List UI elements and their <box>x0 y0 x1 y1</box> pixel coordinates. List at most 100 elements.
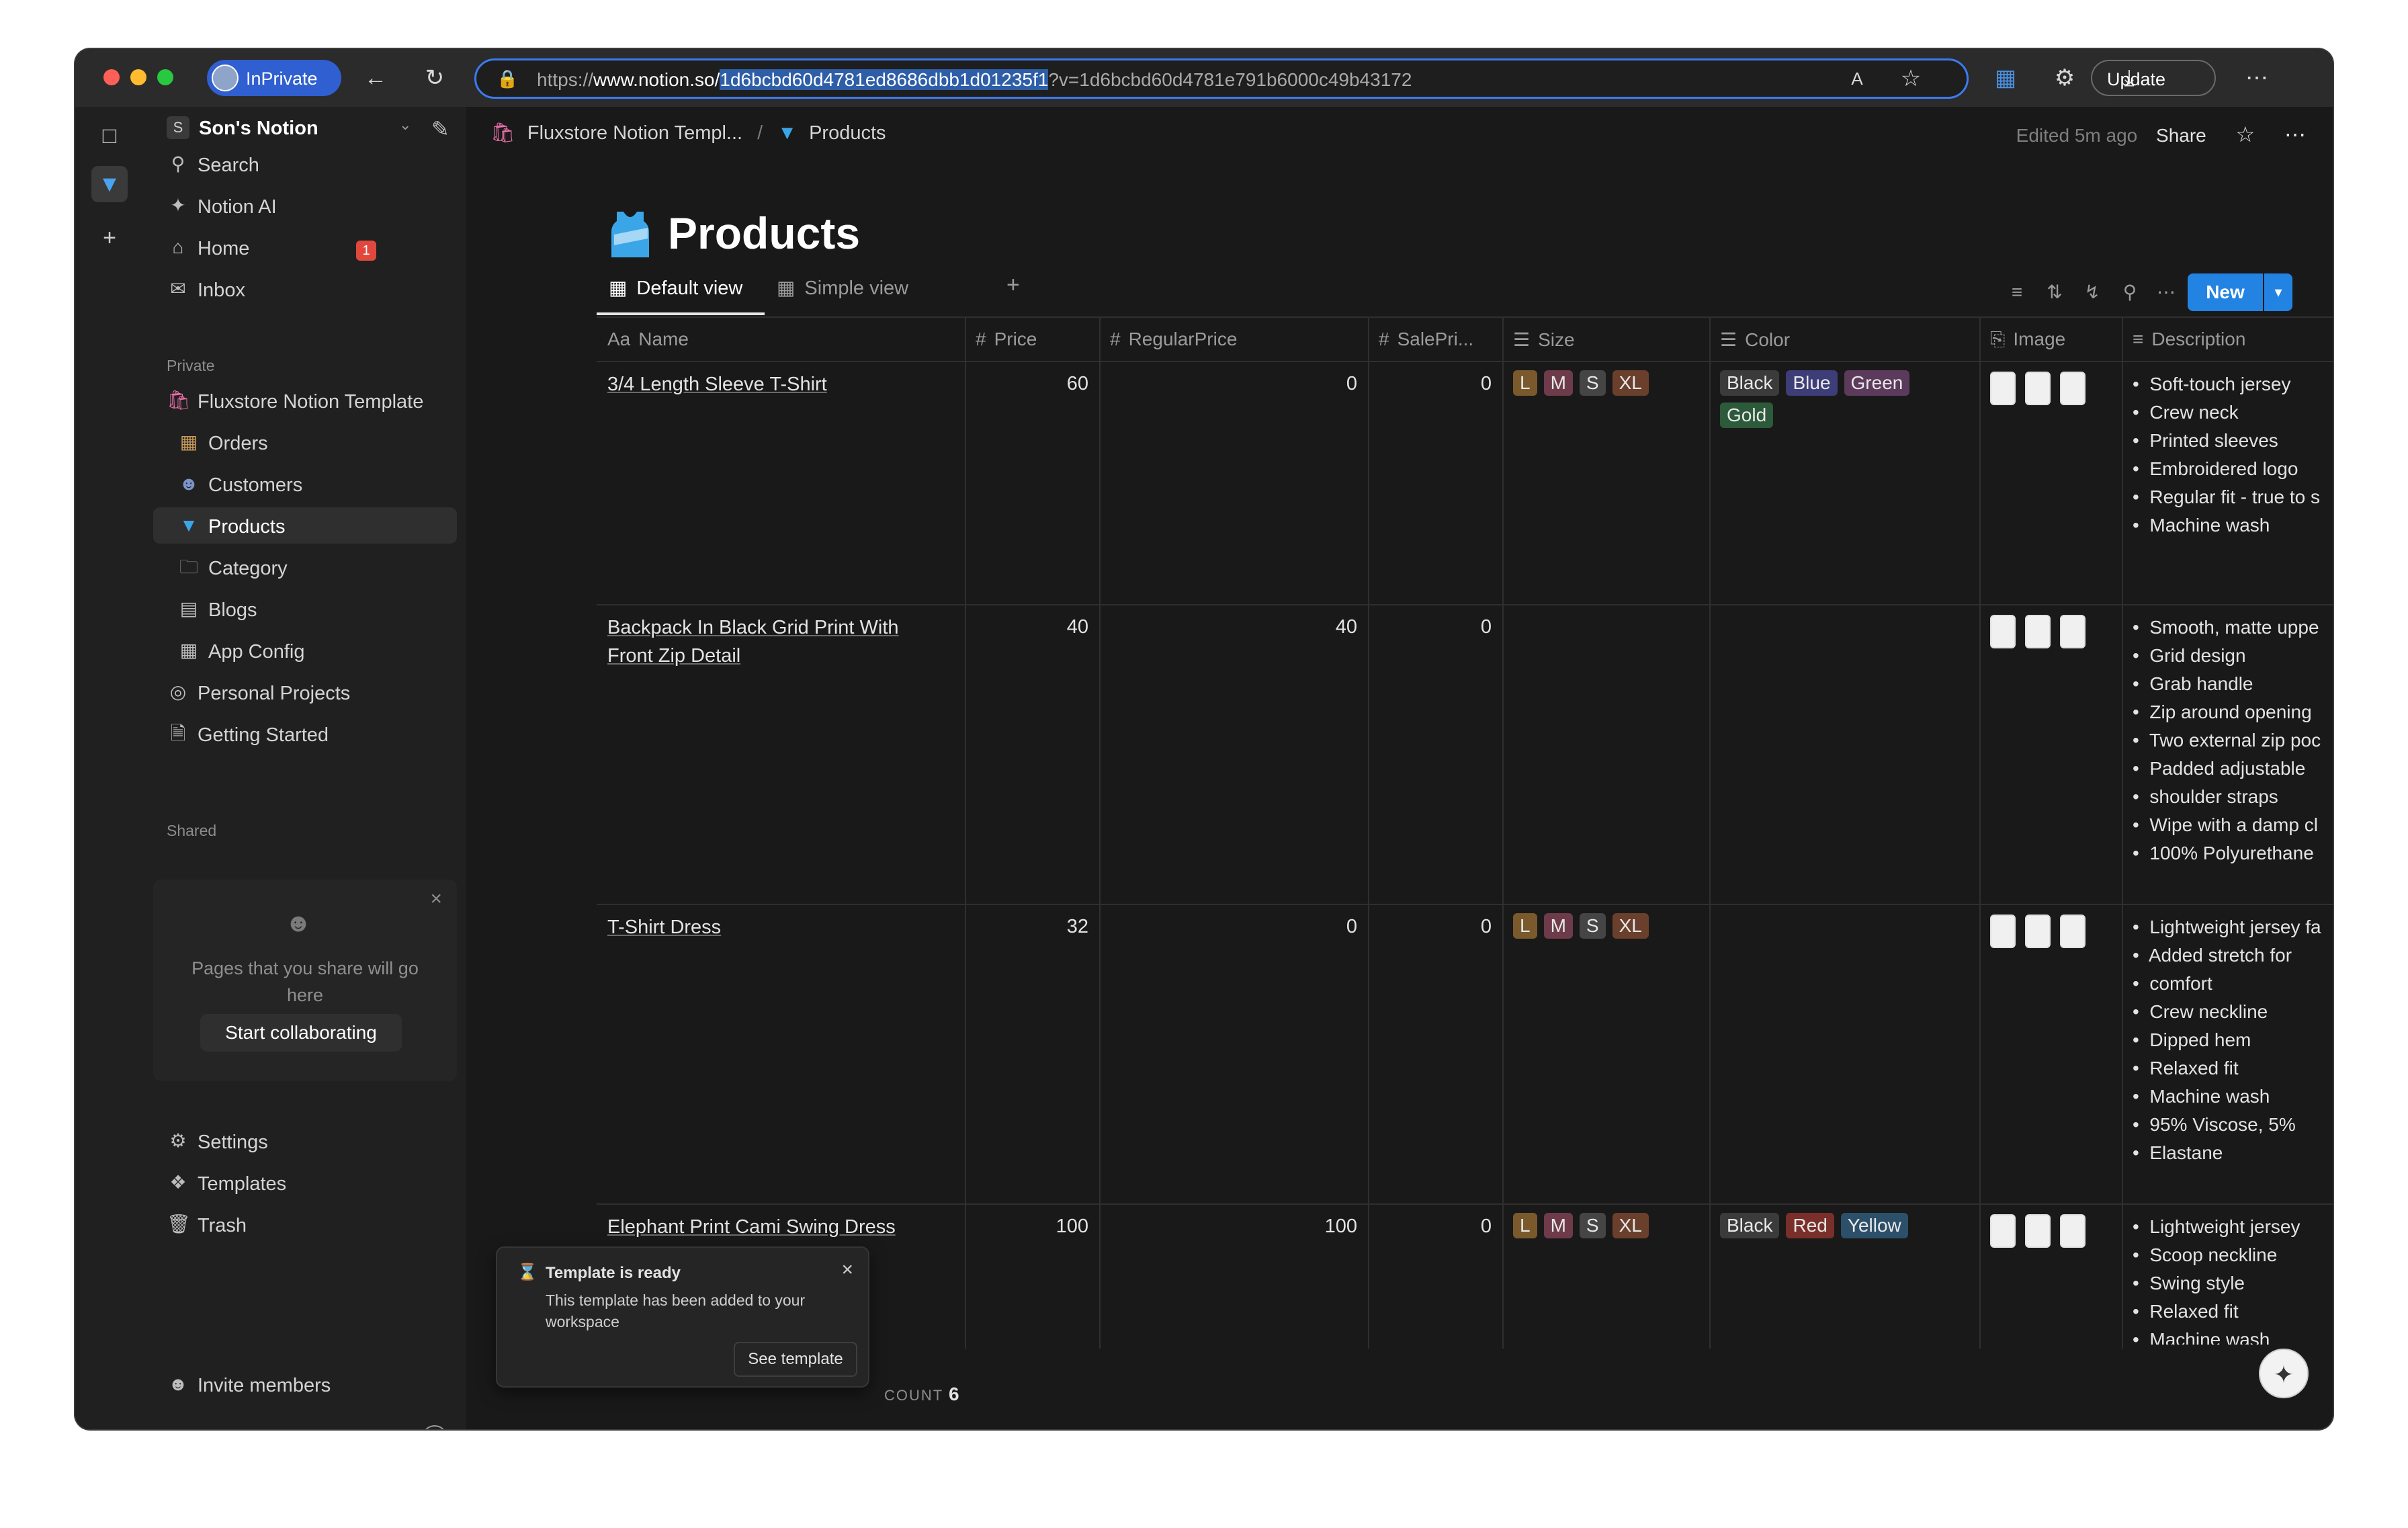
size-cell[interactable]: L M S XL <box>1513 913 1708 945</box>
invite-members-button[interactable]: ☻ Invite members <box>153 1366 457 1402</box>
product-image-thumbnail[interactable] <box>1990 615 2016 648</box>
favorite-star-icon[interactable]: ☆ <box>2236 122 2255 146</box>
description-cell[interactable]: • Soft-touch jersey • Crew neck • Printed … <box>2133 370 2333 600</box>
price-cell[interactable]: 100 <box>973 1216 1088 1238</box>
sidebar-item-getting-started[interactable]: 🗎 Getting Started <box>153 716 457 752</box>
send-icon[interactable]: ➤ <box>207 1427 224 1429</box>
close-icon[interactable]: × <box>841 1259 853 1281</box>
breadcrumb-parent[interactable]: Fluxstore Notion Templ... <box>527 122 742 144</box>
product-image-thumbnail[interactable] <box>2025 1214 2051 1248</box>
calendar-icon[interactable]: ▦ <box>167 1427 185 1429</box>
product-image-thumbnail[interactable] <box>2025 615 2051 648</box>
product-image-thumbnail[interactable] <box>2025 915 2051 948</box>
price-cell[interactable]: 40 <box>973 616 1088 638</box>
sale-price-cell[interactable]: 0 <box>1376 616 1492 638</box>
inprivate-profile-button[interactable]: InPrivate <box>207 60 341 96</box>
new-record-button[interactable]: New <box>2188 273 2263 311</box>
start-collaborating-button[interactable]: Start collaborating <box>200 1014 402 1052</box>
share-button[interactable]: Share <box>2156 125 2206 146</box>
product-image-thumbnail[interactable] <box>2025 372 2051 405</box>
product-name[interactable]: Front Zip Detail <box>607 642 899 670</box>
column-header-name[interactable]: Aa Name <box>607 329 689 350</box>
column-header-size[interactable]: ☰ Size <box>1513 329 1575 351</box>
regular-price-cell[interactable]: 40 <box>1107 616 1357 638</box>
image-cell[interactable] <box>1990 1214 2095 1253</box>
column-header-color[interactable]: ☰ Color <box>1720 329 1790 351</box>
sidebar-item-trash[interactable]: 🗑 Trash <box>153 1206 457 1242</box>
minimize-window-button[interactable] <box>130 69 146 85</box>
translate-icon[interactable]: ▦ <box>1991 64 2020 92</box>
table-row[interactable]: T-Shirt Dress <box>607 913 721 941</box>
help-button[interactable]: ✦ <box>2259 1349 2309 1398</box>
chevron-down-icon[interactable]: ▾ <box>2264 273 2292 311</box>
table-row[interactable]: 3/4 Length Sleeve T-Shirt <box>607 370 827 398</box>
sale-price-cell[interactable]: 0 <box>1376 373 1492 395</box>
sidebar-item-products[interactable]: ▼ Products <box>153 507 457 544</box>
sidebar-item-app-config[interactable]: ▦ App Config <box>153 632 457 669</box>
size-cell[interactable]: L M S XL <box>1513 370 1708 402</box>
sidebar-item-home[interactable]: ⌂ Home <box>153 229 457 265</box>
size-cell[interactable]: L M S XL <box>1513 1213 1708 1245</box>
sidebar-item-customers[interactable]: ☻ Customers <box>153 466 457 502</box>
refresh-icon[interactable]: ↻ <box>421 64 449 92</box>
favorite-star-icon[interactable]: ☆ <box>1897 65 1925 93</box>
column-header-description[interactable]: ≡ Description <box>2133 329 2245 350</box>
update-button[interactable]: Update <box>2091 60 2216 96</box>
tab-simple-view[interactable]: ▦ Simple view <box>777 276 908 300</box>
column-header-image[interactable]: ⎘ Image <box>1990 329 2065 351</box>
product-image-thumbnail[interactable] <box>2060 372 2086 405</box>
close-icon[interactable]: × <box>430 888 442 910</box>
description-cell[interactable]: • Smooth, matte uppe • Grid design • Grab … <box>2133 613 2333 900</box>
maximize-window-button[interactable] <box>157 69 173 85</box>
automation-bolt-icon[interactable]: ↯ <box>2079 279 2106 306</box>
new-tab-plus-icon[interactable]: + <box>91 220 128 256</box>
product-name[interactable]: Elephant Print Cami Swing Dress <box>607 1213 896 1241</box>
sidebar-item-inbox[interactable]: ✉ Inbox <box>153 271 457 307</box>
search-icon[interactable]: ⚲ <box>2116 279 2143 306</box>
filter-icon[interactable]: ≡ <box>2004 279 2030 306</box>
product-image-thumbnail[interactable] <box>1990 372 2016 405</box>
extensions-icon[interactable]: ⚙ <box>2051 64 2079 92</box>
regular-price-cell[interactable]: 0 <box>1107 373 1357 395</box>
sidebar-item-fluxstore[interactable]: 🛍 Fluxstore Notion Template <box>153 382 457 419</box>
description-cell[interactable]: • Lightweight jersey • Scoop neckline • Sw… <box>2133 1213 2333 1345</box>
new-page-icon[interactable]: ✎ <box>431 116 449 142</box>
table-row[interactable]: Backpack In Black Grid Print With Front Z… <box>607 613 899 670</box>
product-image-thumbnail[interactable] <box>2060 1214 2086 1248</box>
sidebar-item-notion-ai[interactable]: ✦ Notion AI <box>153 187 457 224</box>
column-header-price[interactable]: # Price <box>976 329 1037 350</box>
product-name[interactable]: T-Shirt Dress <box>607 913 721 941</box>
sidebar-item-blogs[interactable]: ▤ Blogs <box>153 591 457 627</box>
sidebar-item-category[interactable]: 🗀 Category <box>153 549 457 585</box>
workspace-switcher[interactable]: S Son's Notion ⌄ <box>144 107 426 147</box>
sidebar-item-orders[interactable]: ▦ Orders <box>153 424 457 460</box>
breadcrumb-current[interactable]: Products <box>809 122 886 144</box>
column-header-sale-price[interactable]: # SalePri... <box>1379 329 1473 350</box>
regular-price-cell[interactable]: 100 <box>1107 1216 1357 1238</box>
more-menu-icon[interactable]: ⋯ <box>2243 64 2271 92</box>
sidebar-item-search[interactable]: ⚲ Search <box>153 146 457 182</box>
url-text[interactable]: https://www.notion.so/1d6bcbd60d4781ed86… <box>537 69 1412 91</box>
more-options-icon[interactable]: ⋯ <box>2153 279 2180 306</box>
product-image-thumbnail[interactable] <box>2060 615 2086 648</box>
price-cell[interactable]: 32 <box>973 916 1088 938</box>
close-window-button[interactable] <box>103 69 120 85</box>
tab-panel-icon[interactable]: □ <box>91 118 128 154</box>
read-aloud-icon[interactable]: A <box>1843 65 1871 93</box>
table-row[interactable]: Elephant Print Cami Swing Dress <box>607 1213 896 1241</box>
back-arrow-icon[interactable]: ← <box>361 64 390 92</box>
help-icon[interactable]: ? <box>422 1425 447 1429</box>
product-name[interactable]: 3/4 Length Sleeve T-Shirt <box>607 370 827 398</box>
sale-price-cell[interactable]: 0 <box>1376 916 1492 938</box>
sidebar-item-templates[interactable]: ❖ Templates <box>153 1164 457 1201</box>
product-image-thumbnail[interactable] <box>2060 915 2086 948</box>
add-view-plus-icon[interactable]: + <box>1006 272 1020 298</box>
address-bar[interactable]: 🔒 https://www.notion.so/1d6bcbd60d4781ed… <box>474 58 1969 99</box>
image-cell[interactable] <box>1990 915 2095 953</box>
column-header-regular-price[interactable]: # RegularPrice <box>1110 329 1237 350</box>
regular-price-cell[interactable]: 0 <box>1107 916 1357 938</box>
sidebar-item-personal-projects[interactable]: ◎ Personal Projects <box>153 674 457 710</box>
notion-tab-icon[interactable]: ▼ <box>91 166 128 202</box>
color-cell[interactable]: Black Red Yellow <box>1720 1213 1975 1245</box>
more-options-icon[interactable]: ⋯ <box>2284 122 2306 146</box>
